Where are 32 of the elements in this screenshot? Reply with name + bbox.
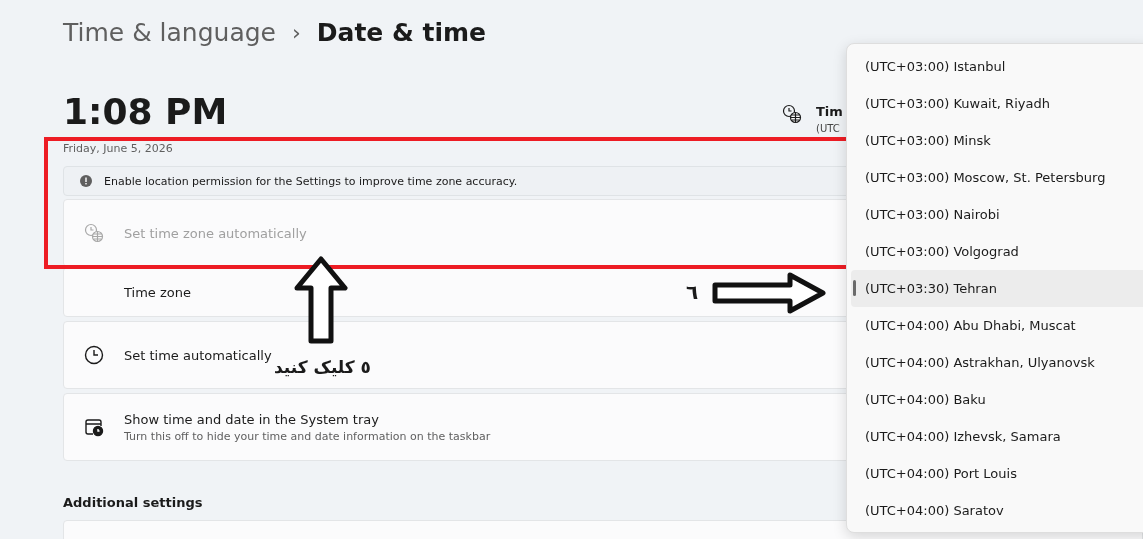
dropdown-option[interactable]: (UTC+03:00) Kuwait, Riyadh: [851, 85, 1143, 122]
dropdown-option[interactable]: (UTC+03:00) Istanbul: [851, 48, 1143, 85]
time-zone-value: (UTC: [816, 123, 841, 134]
dropdown-option[interactable]: (UTC+04:00) Astrakhan, Ulyanovsk: [851, 344, 1143, 381]
clock-globe-icon: [782, 104, 802, 124]
info-text: Enable location permission for the Settings to improve time zone accuracy.: [104, 174, 518, 188]
clock-globe-icon: [84, 223, 104, 243]
section-heading: Additional settings: [63, 495, 204, 510]
dropdown-option[interactable]: (UTC+03:30) Tehran: [851, 270, 1143, 307]
current-date: Friday, June 5, 2026: [63, 142, 174, 155]
setting-description: Turn this off to hide your time and date information on the taskbar: [124, 429, 491, 443]
setting-label: Show time and date in the System tray: [124, 411, 380, 427]
breadcrumb-link[interactable]: Time & language: [63, 17, 276, 47]
selection-indicator: [853, 280, 856, 296]
page-title: Date & time: [316, 17, 487, 47]
breadcrumb-separator: ›: [291, 19, 301, 45]
dropdown-option[interactable]: (UTC+03:00) Volgograd: [851, 233, 1143, 270]
dropdown-option[interactable]: (UTC+03:00) Moscow, St. Petersburg: [851, 159, 1143, 196]
dropdown-option[interactable]: (UTC+04:00) Izhevsk, Samara: [851, 418, 1143, 455]
time-zone-label: Tim: [816, 104, 843, 119]
setting-label: Time zone: [124, 284, 191, 300]
setting-label: Set time zone automatically: [124, 225, 307, 241]
dropdown-option[interactable]: (UTC+04:00) Saratov: [851, 492, 1143, 529]
alert-icon: [80, 175, 92, 187]
current-time: 1:08 PM: [63, 92, 228, 132]
clock-icon: [84, 345, 104, 365]
dropdown-option[interactable]: (UTC+03:00) Minsk: [851, 122, 1143, 159]
setting-label: Set time automatically: [124, 347, 272, 363]
annotation-text: ٦: [686, 280, 699, 304]
calendar-clock-icon: [84, 417, 104, 437]
dropdown-option[interactable]: (UTC+03:00) Nairobi: [851, 196, 1143, 233]
annotation-text: ٥ کلیک کنید: [274, 357, 371, 377]
